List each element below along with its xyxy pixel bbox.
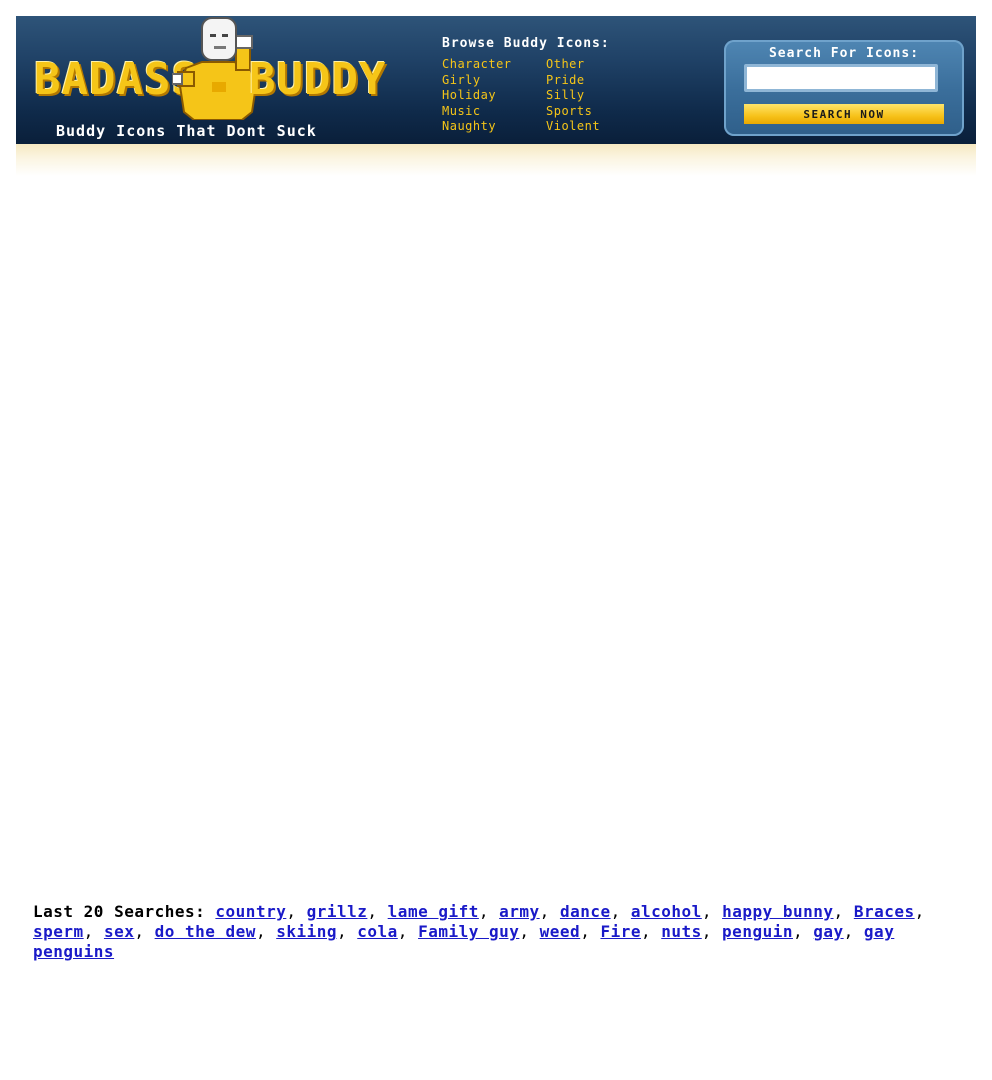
- logo-word-buddy: BUDDY: [249, 54, 387, 105]
- recent-search-link[interactable]: happy bunny: [722, 902, 833, 921]
- category-link-pride[interactable]: Pride: [546, 73, 646, 89]
- last-searches-label: Last 20 Searches:: [33, 902, 206, 921]
- recent-search-link[interactable]: dance: [560, 902, 611, 921]
- category-grid: Character Other Girly Pride Holiday Sill…: [442, 57, 682, 135]
- recent-search-link[interactable]: sperm: [33, 922, 84, 941]
- recent-search-link[interactable]: nuts: [661, 922, 702, 941]
- site-header: BADASS BUDDY Buddy Icons That Dont Suck …: [16, 16, 976, 144]
- category-link-violent[interactable]: Violent: [546, 119, 646, 135]
- search-input[interactable]: [744, 64, 938, 92]
- category-link-holiday[interactable]: Holiday: [442, 88, 546, 104]
- category-link-music[interactable]: Music: [442, 104, 546, 120]
- search-now-button[interactable]: SEARCH NOW: [744, 104, 944, 124]
- category-link-silly[interactable]: Silly: [546, 88, 646, 104]
- header-divider: [16, 144, 976, 176]
- recent-search-link[interactable]: skiing: [276, 922, 337, 941]
- site-tagline: Buddy Icons That Dont Suck: [56, 122, 317, 140]
- recent-search-link[interactable]: army: [499, 902, 540, 921]
- search-panel: Search For Icons: SEARCH NOW: [724, 40, 964, 136]
- browse-title: Browse Buddy Icons:: [442, 36, 610, 51]
- last-searches: Last 20 Searches: country, grillz, lame …: [33, 902, 953, 962]
- recent-search-link[interactable]: lame gift: [388, 902, 479, 921]
- category-link-character[interactable]: Character: [442, 57, 546, 73]
- recent-search-link[interactable]: gay: [813, 922, 843, 941]
- recent-search-link[interactable]: country: [215, 902, 286, 921]
- category-link-naughty[interactable]: Naughty: [442, 119, 546, 135]
- category-link-girly[interactable]: Girly: [442, 73, 546, 89]
- recent-search-link[interactable]: Fire: [600, 922, 641, 941]
- recent-search-link[interactable]: cola: [357, 922, 398, 941]
- recent-search-link[interactable]: penguin: [722, 922, 793, 941]
- category-link-other[interactable]: Other: [546, 57, 646, 73]
- recent-search-link[interactable]: do the dew: [155, 922, 256, 941]
- recent-search-link[interactable]: weed: [540, 922, 581, 941]
- recent-search-link[interactable]: Family guy: [418, 922, 519, 941]
- browse-categories: Browse Buddy Icons: Character Other Girl…: [442, 36, 682, 135]
- recent-search-link[interactable]: grillz: [307, 902, 368, 921]
- recent-search-link[interactable]: Braces: [854, 902, 915, 921]
- recent-search-link[interactable]: alcohol: [631, 902, 702, 921]
- category-link-sports[interactable]: Sports: [546, 104, 646, 120]
- search-title: Search For Icons:: [768, 46, 920, 61]
- site-logo[interactable]: BADASS BUDDY: [34, 16, 385, 126]
- recent-search-link[interactable]: sex: [104, 922, 134, 941]
